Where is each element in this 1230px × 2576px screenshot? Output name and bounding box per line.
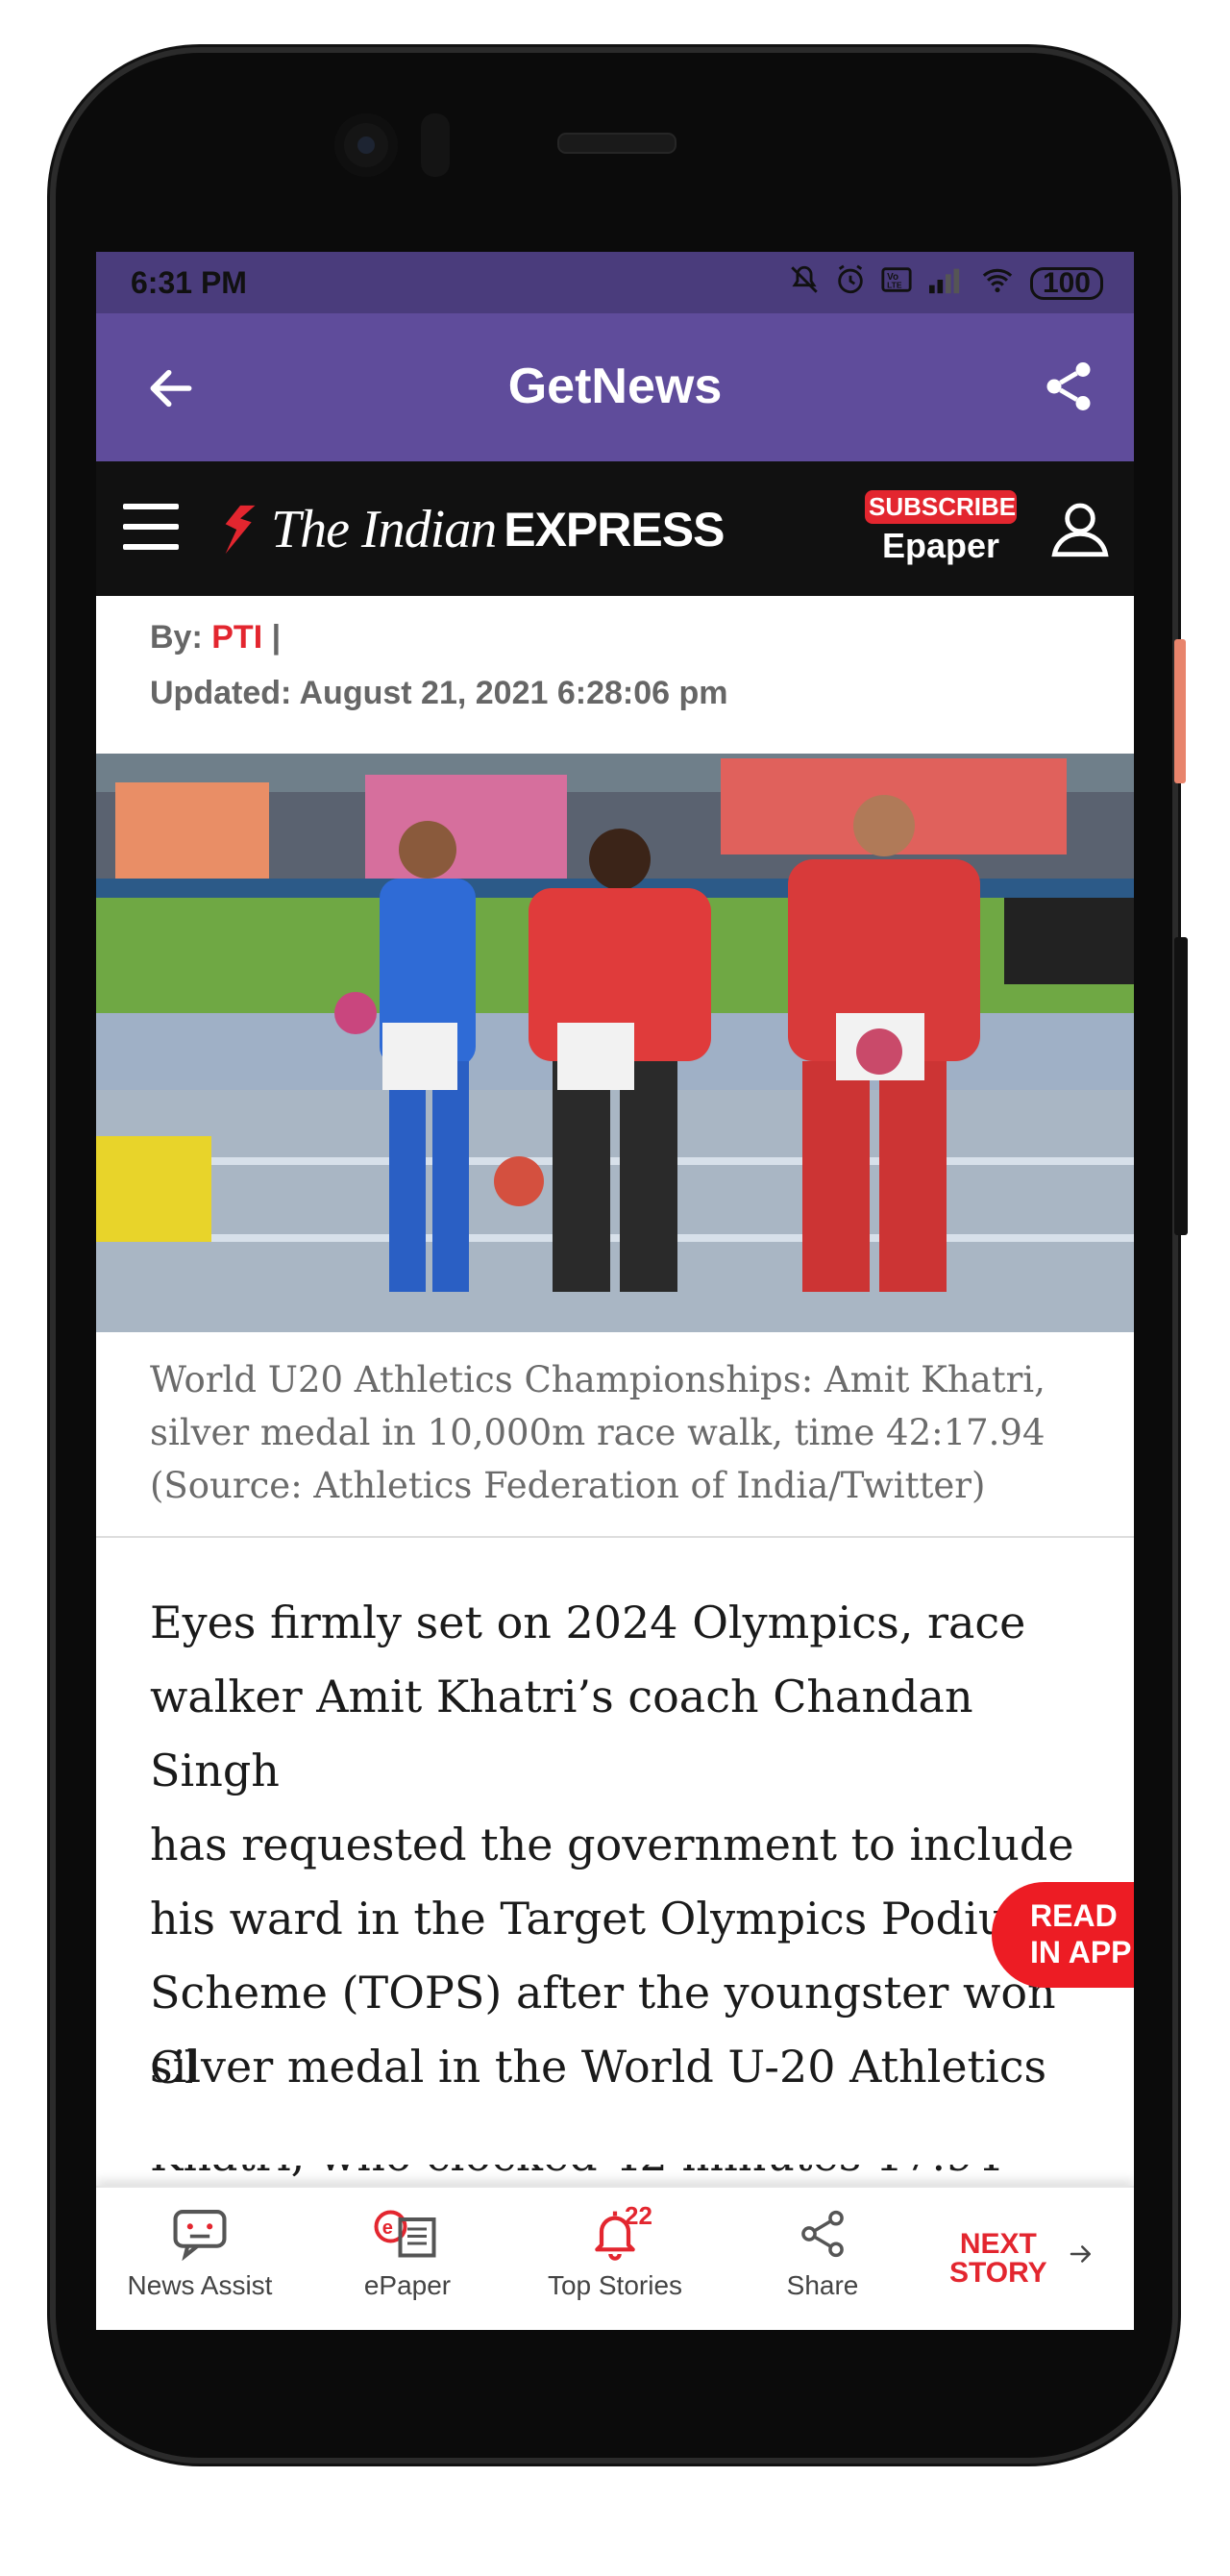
author-link[interactable]: PTI (211, 619, 262, 656)
status-bar: 6:31 PM Vo LTE 100 (96, 252, 1134, 313)
logo-text-the-indian: The Indian (271, 500, 497, 559)
mute-icon (788, 263, 821, 304)
svg-text:e: e (382, 2217, 393, 2239)
article-line: silver medal in the World U-20 Athletics (150, 2041, 1047, 2093)
user-account-icon[interactable] (1049, 498, 1111, 559)
status-time: 6:31 PM (131, 265, 247, 300)
next-story-line2: STORY (949, 2257, 1047, 2289)
share-icon[interactable] (1040, 358, 1097, 415)
nav-share[interactable]: Share (719, 2207, 926, 2301)
article-line: Eyes firmly set on 2024 Olympics, race (150, 1597, 1026, 1648)
byline-separator: | (271, 619, 282, 656)
phone-chin (96, 2330, 1134, 2388)
article-photo (96, 754, 1134, 1332)
article-truncated-text: Ch (150, 2042, 192, 2093)
next-story-line1: NEXT (959, 2228, 1037, 2260)
subscribe-label: SUBSCRIBE (865, 490, 1017, 524)
by-label: By: (150, 619, 203, 656)
news-assist-icon (173, 2210, 227, 2261)
nav-top-stories-label: Top Stories (547, 2270, 683, 2300)
caption-divider (96, 1536, 1134, 1538)
proximity-sensor (421, 113, 450, 177)
svg-text:LTE: LTE (887, 281, 902, 290)
read-in-app-button[interactable]: READ IN APP (992, 1882, 1134, 1988)
side-accent (1174, 639, 1186, 783)
read-in-app-line1: READ (1030, 1898, 1118, 1933)
read-in-app-line2: IN APP (1030, 1935, 1132, 1969)
logo-text-express: EXPRESS (504, 503, 725, 557)
article-line: Scheme (TOPS) after the youngster won (150, 1967, 1056, 2019)
logo-mark-icon (225, 505, 256, 555)
nav-epaper-label: ePaper (363, 2270, 452, 2300)
site-logo[interactable]: The Indian EXPRESS (223, 496, 725, 563)
battery-icon: 100 (1029, 267, 1103, 300)
app-title: GetNews (507, 359, 723, 414)
next-arrow-icon[interactable] (1067, 2240, 1095, 2273)
nav-epaper[interactable]: e ePaper (304, 2207, 511, 2301)
epaper-icon: e (374, 2210, 436, 2258)
nav-top-stories[interactable]: 22 Top Stories (511, 2201, 719, 2301)
nav-news-assist[interactable]: News Assist (96, 2207, 304, 2301)
alarm-icon (834, 263, 867, 304)
power-button (1174, 937, 1188, 1235)
app-bar: GetNews (96, 313, 1134, 461)
signal-icon (926, 263, 965, 304)
share-outline-icon (801, 2210, 844, 2258)
status-icons: Vo LTE 100 (788, 263, 1103, 304)
nav-news-assist-label: News Assist (127, 2270, 273, 2300)
wifi-icon (978, 263, 1017, 304)
image-caption: World U20 Athletics Championships: Amit … (150, 1359, 1046, 1506)
subscribe-epaper-button[interactable]: SUBSCRIBE Epaper (865, 490, 1017, 566)
front-camera (334, 113, 398, 177)
top-stories-count: 22 (625, 2201, 652, 2230)
volte-icon: Vo LTE (880, 263, 913, 304)
nav-share-label: Share (786, 2270, 859, 2300)
updated-timestamp: Updated: August 21, 2021 6:28:06 pm (150, 675, 728, 711)
next-story-button[interactable]: NEXT STORY (949, 2230, 1047, 2288)
article-line: has requested the government to include (150, 1819, 1074, 1870)
byline: By: PTI | (150, 619, 281, 656)
site-header: The Indian EXPRESS SUBSCRIBE Epaper (96, 461, 1134, 596)
epaper-label: Epaper (881, 526, 1000, 565)
menu-icon[interactable] (123, 504, 179, 550)
article-line: his ward in the Target Olympics Podium (150, 1893, 1049, 1944)
bottom-nav: News Assist e ePaper 22 Top Stories Shar… (96, 2186, 1134, 2330)
next-paragraph-peek: Khatri, who clocked 42 minutes 17.94 (150, 2165, 1101, 2186)
earpiece-speaker (557, 133, 676, 154)
screen: 6:31 PM Vo LTE 100 GetNews The Indian EX… (96, 252, 1134, 2330)
article-body: Eyes firmly set on 2024 Olympics, race w… (150, 1586, 1101, 2104)
article-line: walker Amit Khatri’s coach Chandan Singh (150, 1671, 973, 1796)
